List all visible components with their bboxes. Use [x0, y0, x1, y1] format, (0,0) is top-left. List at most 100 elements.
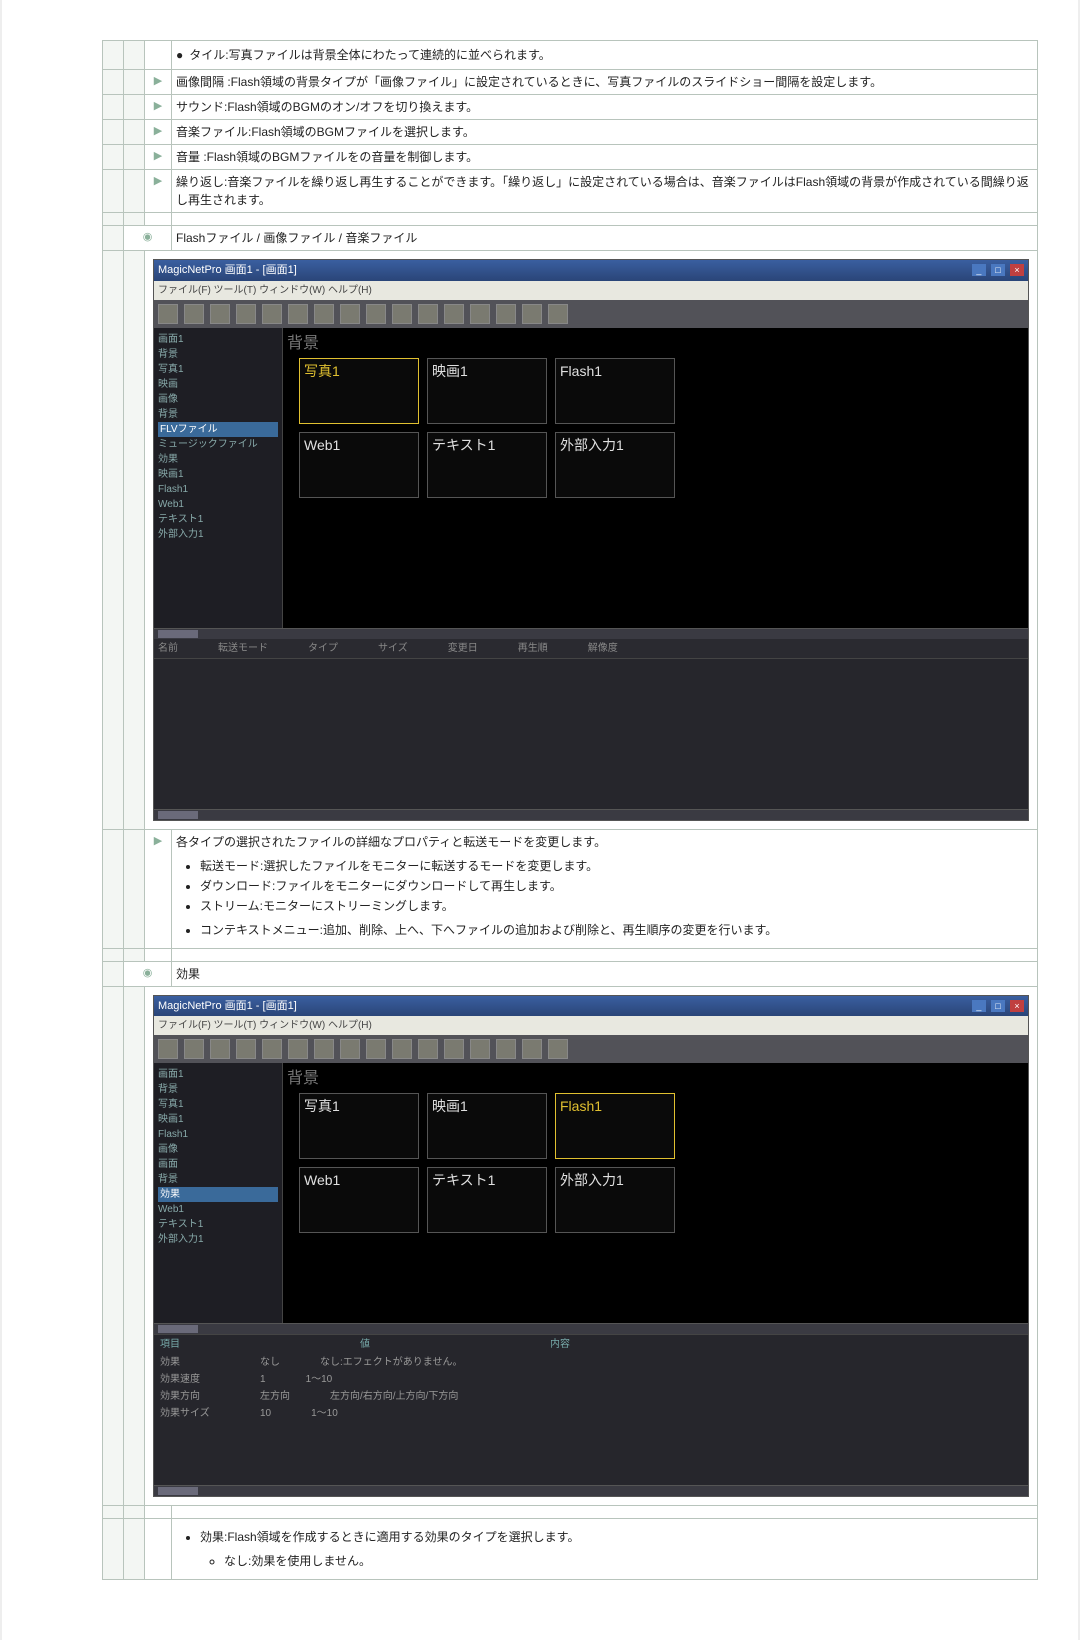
tile-text1[interactable]: テキスト1 [427, 432, 547, 498]
sidebar-item[interactable]: 写真1 [158, 362, 278, 377]
sidebar-item[interactable]: 画像 [158, 1142, 278, 1157]
tool-icon[interactable] [444, 1039, 464, 1059]
tool-icon[interactable] [548, 1039, 568, 1059]
tool-icon[interactable] [236, 304, 256, 324]
tool-icon[interactable] [444, 304, 464, 324]
sidebar-item-selected[interactable]: 効果 [158, 1187, 278, 1202]
minimize-icon[interactable]: _ [972, 264, 986, 276]
window-buttons: _ □ × [970, 262, 1024, 279]
tile-text1[interactable]: テキスト1 [427, 1167, 547, 1233]
tile-movie1[interactable]: 映画1 [427, 1093, 547, 1159]
sidebar-item[interactable]: Flash1 [158, 1127, 278, 1142]
col-date: 変更日 [448, 641, 478, 656]
tool-icon[interactable] [288, 304, 308, 324]
sidebar-item[interactable]: Flash1 [158, 482, 278, 497]
sidebar-item[interactable]: ミュージックファイル [158, 437, 278, 452]
tile-ext1[interactable]: 外部入力1 [555, 432, 675, 498]
tool-icon[interactable] [184, 304, 204, 324]
tool-icon[interactable] [366, 1039, 386, 1059]
col-type: タイプ [308, 641, 338, 656]
tool-icon[interactable] [522, 304, 542, 324]
tool-icon[interactable] [496, 1039, 516, 1059]
tool-icon[interactable] [392, 304, 412, 324]
maximize-icon[interactable]: □ [991, 1000, 1005, 1012]
titlebar: MagicNetPro 画面1 - [画面1] _ □ × [154, 260, 1028, 281]
row-icon: ▶ [145, 145, 172, 170]
sidebar-item-selected[interactable]: FLVファイル [158, 422, 278, 437]
canvas-scrollbar[interactable] [154, 628, 1028, 639]
tool-icon[interactable] [522, 1039, 542, 1059]
tool-icon[interactable] [236, 1039, 256, 1059]
tool-icon[interactable] [262, 1039, 282, 1059]
panel-header: 項目 [160, 1337, 180, 1352]
sidebar-tree[interactable]: 画面1 背景 写真1 映画1 Flash1 画像 画面 背景 効果 Web1 テ [154, 1063, 283, 1323]
tool-icon[interactable] [548, 304, 568, 324]
file-list[interactable] [154, 658, 1028, 809]
sidebar-item[interactable]: 背景 [158, 347, 278, 362]
menubar[interactable]: ファイル(F) ツール(T) ウィンドウ(W) ヘルプ(H) [154, 281, 1028, 300]
tile-photo1[interactable]: 写真1 [299, 1093, 419, 1159]
tool-icon[interactable] [314, 1039, 334, 1059]
tool-icon[interactable] [158, 304, 178, 324]
sidebar-item[interactable]: 映画1 [158, 467, 278, 482]
tile-movie1[interactable]: 映画1 [427, 358, 547, 424]
sidebar-item[interactable]: 映画1 [158, 1112, 278, 1127]
sidebar-item[interactable]: 画面1 [158, 332, 278, 347]
tool-icon[interactable] [210, 304, 230, 324]
sidebar-item[interactable]: 画面1 [158, 1067, 278, 1082]
tool-icon[interactable] [366, 304, 386, 324]
maximize-icon[interactable]: □ [991, 264, 1005, 276]
tool-icon[interactable] [184, 1039, 204, 1059]
minimize-icon[interactable]: _ [972, 1000, 986, 1012]
tile-web1[interactable]: Web1 [299, 1167, 419, 1233]
panel-scrollbar[interactable] [154, 809, 1028, 820]
close-icon[interactable]: × [1010, 1000, 1024, 1012]
tool-icon[interactable] [158, 1039, 178, 1059]
sidebar-item[interactable]: 背景 [158, 407, 278, 422]
tool-icon[interactable] [470, 304, 490, 324]
tile-flash1[interactable]: Flash1 [555, 1093, 675, 1159]
disc-icon: ● [176, 46, 183, 64]
tool-icon[interactable] [340, 304, 360, 324]
sidebar-item[interactable]: 背景 [158, 1172, 278, 1187]
tool-icon[interactable] [392, 1039, 412, 1059]
tool-icon[interactable] [496, 304, 516, 324]
row-text: 音楽ファイル:Flash領域のBGMファイルを選択します。 [172, 120, 1038, 145]
sidebar-item[interactable]: 背景 [158, 1082, 278, 1097]
tool-icon[interactable] [262, 304, 282, 324]
section-heading-flash: Flashファイル / 画像ファイル / 音楽ファイル [172, 226, 1038, 251]
tool-icon[interactable] [340, 1039, 360, 1059]
tool-icon[interactable] [210, 1039, 230, 1059]
context-bullet: コンテキストメニュー:追加、削除、上へ、下へファイルの追加および削除と、再生順序… [200, 921, 1033, 939]
sidebar-item[interactable]: Web1 [158, 1202, 278, 1217]
tile-web1[interactable]: Web1 [299, 432, 419, 498]
sidebar-item[interactable]: 映画 [158, 377, 278, 392]
panel-row: 効果サイズ 10 1～10 [154, 1405, 1028, 1422]
menubar[interactable]: ファイル(F) ツール(T) ウィンドウ(W) ヘルプ(H) [154, 1016, 1028, 1035]
bullet-item: 効果:Flash領域を作成するときに適用する効果のタイプを選択します。 なし:効… [200, 1528, 1033, 1570]
sidebar-item[interactable]: 画像 [158, 392, 278, 407]
sidebar-item[interactable]: テキスト1 [158, 512, 278, 527]
sidebar-item[interactable]: テキスト1 [158, 1217, 278, 1232]
tool-icon[interactable] [418, 304, 438, 324]
sidebar-item[interactable]: 画面 [158, 1157, 278, 1172]
panel-scrollbar[interactable] [154, 1485, 1028, 1496]
sidebar-tree[interactable]: 画面1 背景 写真1 映画 画像 背景 FLVファイル ミュージックファイル 効… [154, 328, 283, 628]
sidebar-item[interactable]: 効果 [158, 452, 278, 467]
row-icon: ▶ [145, 829, 172, 948]
close-icon[interactable]: × [1010, 264, 1024, 276]
tool-icon[interactable] [418, 1039, 438, 1059]
tool-icon[interactable] [288, 1039, 308, 1059]
sidebar-item[interactable]: 写真1 [158, 1097, 278, 1112]
sidebar-item[interactable]: Web1 [158, 497, 278, 512]
canvas-scrollbar[interactable] [154, 1323, 1028, 1334]
tile-flash1[interactable]: Flash1 [555, 358, 675, 424]
tile-photo1[interactable]: 写真1 [299, 358, 419, 424]
sidebar-item[interactable]: 外部入力1 [158, 527, 278, 542]
tool-icon[interactable] [470, 1039, 490, 1059]
app-window-2: MagicNetPro 画面1 - [画面1] _ □ × ファイル(F) ツー… [153, 995, 1029, 1498]
tool-icon[interactable] [314, 304, 334, 324]
bullet-item: ストリーム:モニターにストリーミングします。 [200, 897, 1033, 915]
tile-ext1[interactable]: 外部入力1 [555, 1167, 675, 1233]
sidebar-item[interactable]: 外部入力1 [158, 1232, 278, 1247]
